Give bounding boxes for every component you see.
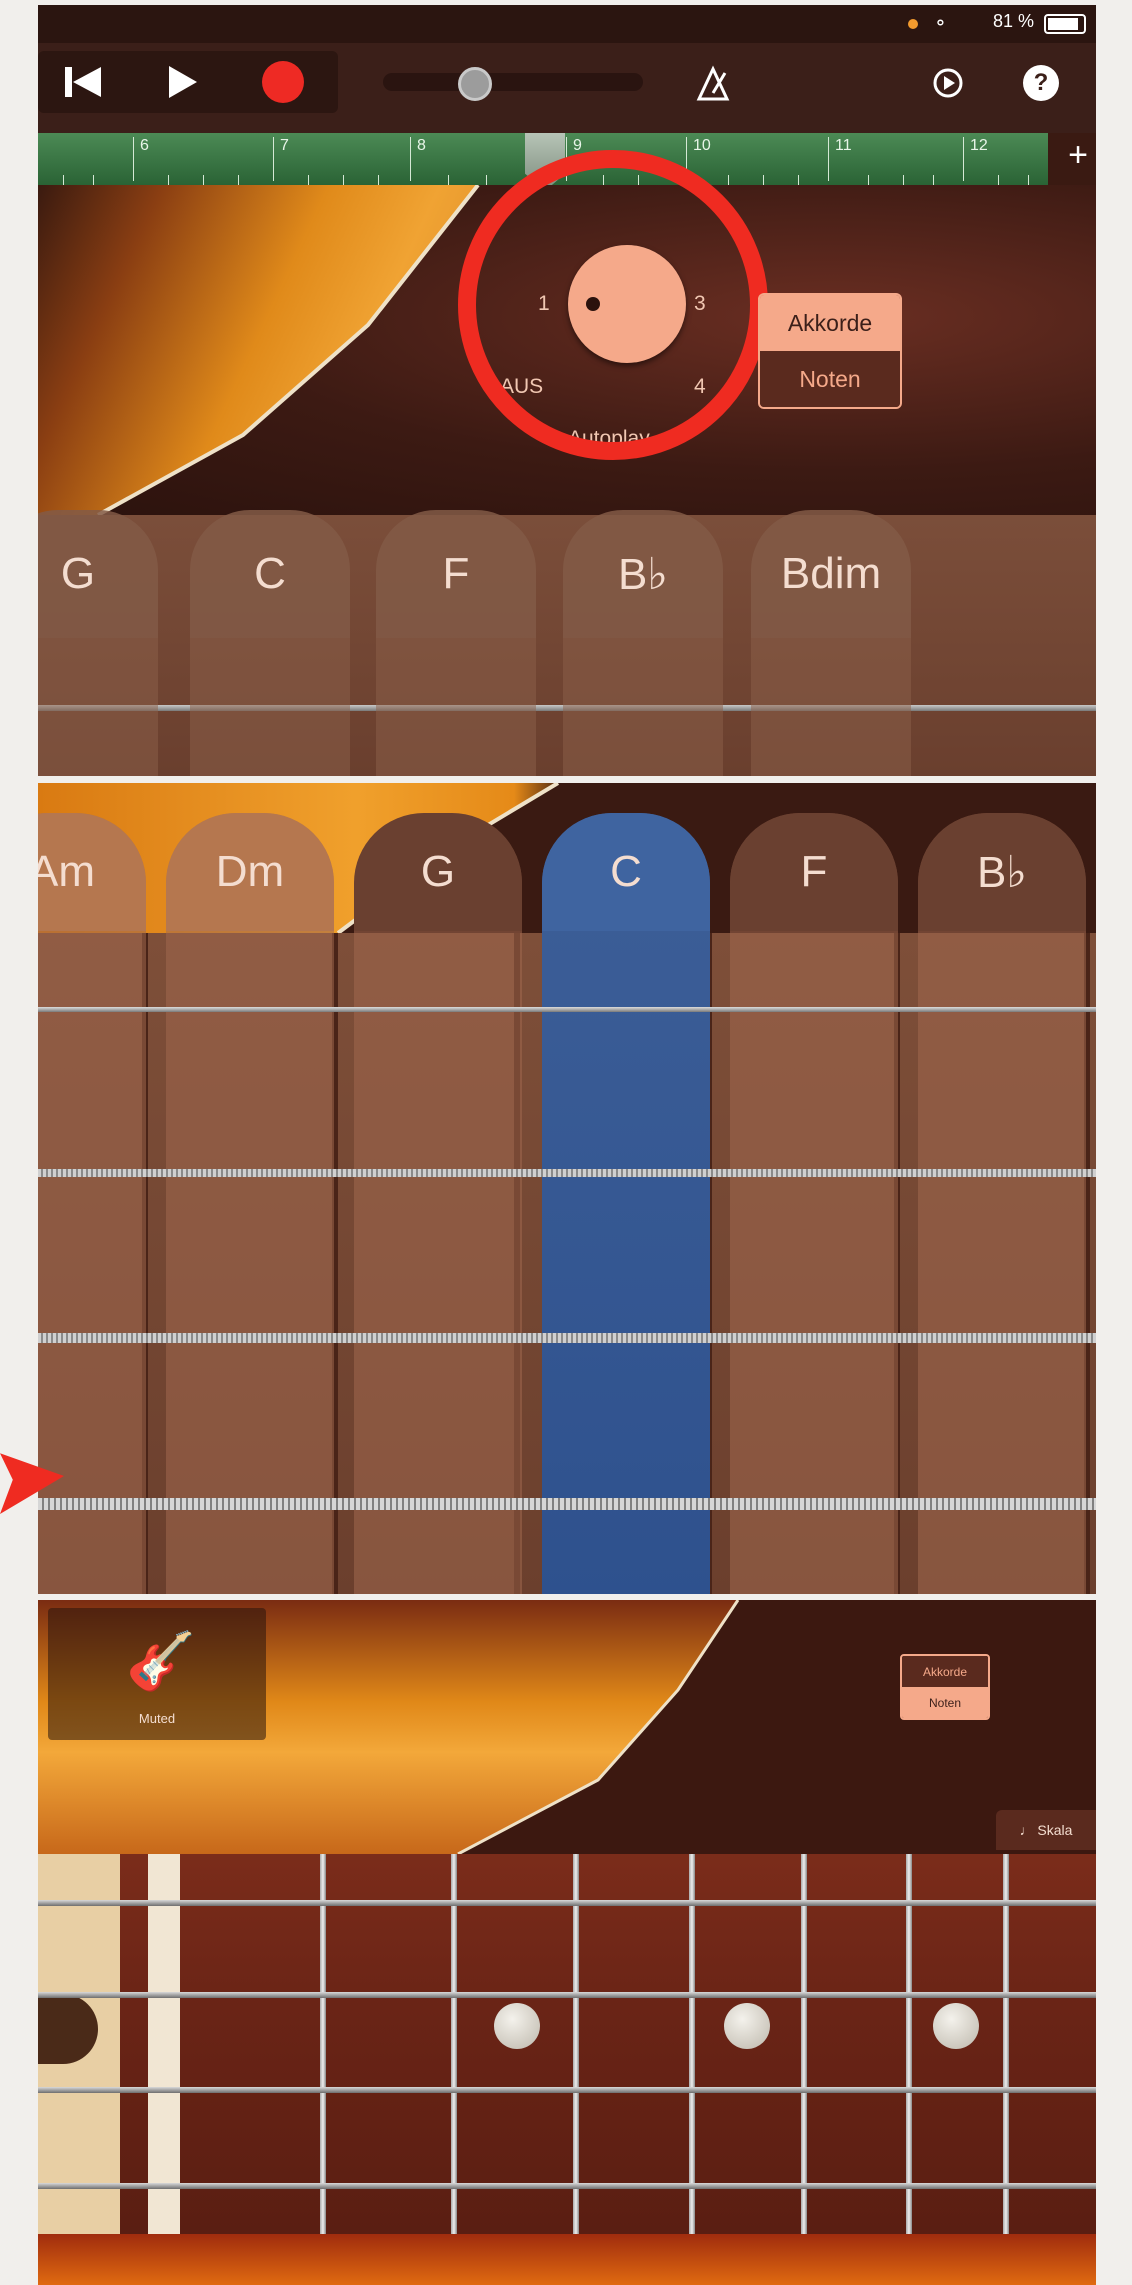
chord-strip[interactable]: B♭ — [918, 813, 1086, 931]
guitar-string[interactable] — [38, 1169, 1096, 1177]
fret — [451, 1854, 457, 2234]
record-icon — [262, 61, 304, 103]
annotation-circle — [458, 150, 768, 460]
help-button[interactable]: ? — [1023, 65, 1059, 101]
guitar-string[interactable] — [38, 1992, 1096, 1998]
track-settings-icon — [933, 68, 963, 98]
guitar-string[interactable] — [38, 2087, 1096, 2093]
soundhole — [38, 1994, 98, 2064]
fret — [689, 1854, 695, 2234]
autoplay-panel: ⚬ 81 % ? 6 7 8 9 10 11 12 + G C F B♭ Bdi… — [38, 5, 1096, 776]
guitar-string[interactable] — [38, 1498, 1096, 1510]
rewind-to-start-icon — [65, 67, 101, 97]
record-button[interactable] — [238, 51, 328, 113]
music-note-icon: ♩ — [1019, 1822, 1038, 1838]
notes-mode-button[interactable]: Noten — [902, 1687, 988, 1718]
metronome-button[interactable] — [693, 65, 733, 114]
instrument-name: Muted — [138, 1711, 176, 1726]
play-button[interactable] — [138, 51, 228, 113]
chord-column[interactable] — [376, 638, 536, 776]
chords-notes-toggle: Akkorde Noten — [900, 1654, 990, 1720]
fret-inlay — [933, 2003, 979, 2049]
rewind-button[interactable] — [38, 51, 128, 113]
fret — [320, 1854, 326, 2234]
instrument-selector[interactable]: 🎸 Muted — [48, 1608, 266, 1740]
volume-slider-track[interactable] — [383, 73, 643, 91]
volume-slider-knob[interactable] — [458, 67, 492, 101]
chord-strip[interactable]: C — [190, 510, 350, 638]
chords-mode-button[interactable]: Akkorde — [760, 295, 900, 351]
fret — [573, 1854, 579, 2234]
transport-controls — [38, 51, 338, 113]
chord-strip-highlighted[interactable]: C — [542, 813, 710, 931]
ruler-number: 8 — [417, 137, 426, 154]
add-section-button[interactable]: + — [1068, 133, 1088, 177]
battery-percent: 81 % — [992, 11, 1034, 31]
guitar-string[interactable] — [38, 2183, 1096, 2189]
chord-strip[interactable]: Dm — [166, 813, 334, 931]
notes-fretboard-panel: 🎸 Muted Akkorde Noten ♩ Skala — [38, 1600, 1096, 2285]
chords-mode-button[interactable]: Akkorde — [902, 1656, 988, 1687]
wifi-icon: ⚬ — [932, 13, 948, 33]
guitar-body-bottom — [38, 2234, 1096, 2285]
fret — [906, 1854, 912, 2234]
scale-label: Skala — [1037, 1822, 1073, 1838]
status-bar: ⚬ 81 % — [38, 5, 1096, 43]
chord-strip[interactable]: G — [354, 813, 522, 931]
chord-strip[interactable]: Bdim — [751, 510, 911, 638]
headstock — [38, 1854, 120, 2234]
metronome-icon — [696, 65, 730, 101]
chord-strings-panel: Am Dm G C F B♭ — [38, 783, 1096, 1594]
chord-column[interactable] — [751, 638, 911, 776]
chord-column[interactable] — [190, 638, 350, 776]
chord-strip[interactable]: F — [376, 510, 536, 638]
ruler-number: 12 — [970, 137, 988, 154]
bass-guitar-icon: 🎸 — [126, 1629, 196, 1692]
chord-strip[interactable]: F — [730, 813, 898, 931]
fret-inlay — [494, 2003, 540, 2049]
fret-inlay — [724, 2003, 770, 2049]
chords-notes-toggle: Akkorde Noten — [758, 293, 902, 409]
scale-button[interactable]: ♩ Skala — [996, 1810, 1096, 1850]
chord-strip[interactable]: G — [38, 510, 158, 638]
chord-column[interactable] — [38, 638, 158, 776]
orientation-dot-icon — [908, 19, 918, 29]
ruler-number: 6 — [140, 137, 149, 154]
chord-strip[interactable]: B♭ — [563, 510, 723, 638]
ruler-number: 10 — [693, 137, 711, 154]
fretboard-neck[interactable] — [38, 1854, 1096, 2234]
control-bar: ? — [38, 43, 1096, 133]
nut — [148, 1854, 180, 2234]
fret — [1003, 1854, 1009, 2234]
ruler-number: 7 — [280, 137, 289, 154]
guitar-string[interactable] — [38, 1900, 1096, 1906]
ruler-number: 11 — [835, 137, 852, 154]
notes-mode-button[interactable]: Noten — [760, 351, 900, 407]
battery-icon — [1044, 14, 1086, 34]
track-settings-button[interactable] — [928, 63, 968, 112]
fret — [801, 1854, 807, 2234]
chord-strips-row: G C F B♭ Bdim — [38, 510, 1096, 776]
guitar-string[interactable] — [38, 1007, 1096, 1012]
guitar-string[interactable] — [38, 1333, 1096, 1343]
chord-column[interactable] — [563, 638, 723, 776]
play-icon — [169, 66, 197, 98]
